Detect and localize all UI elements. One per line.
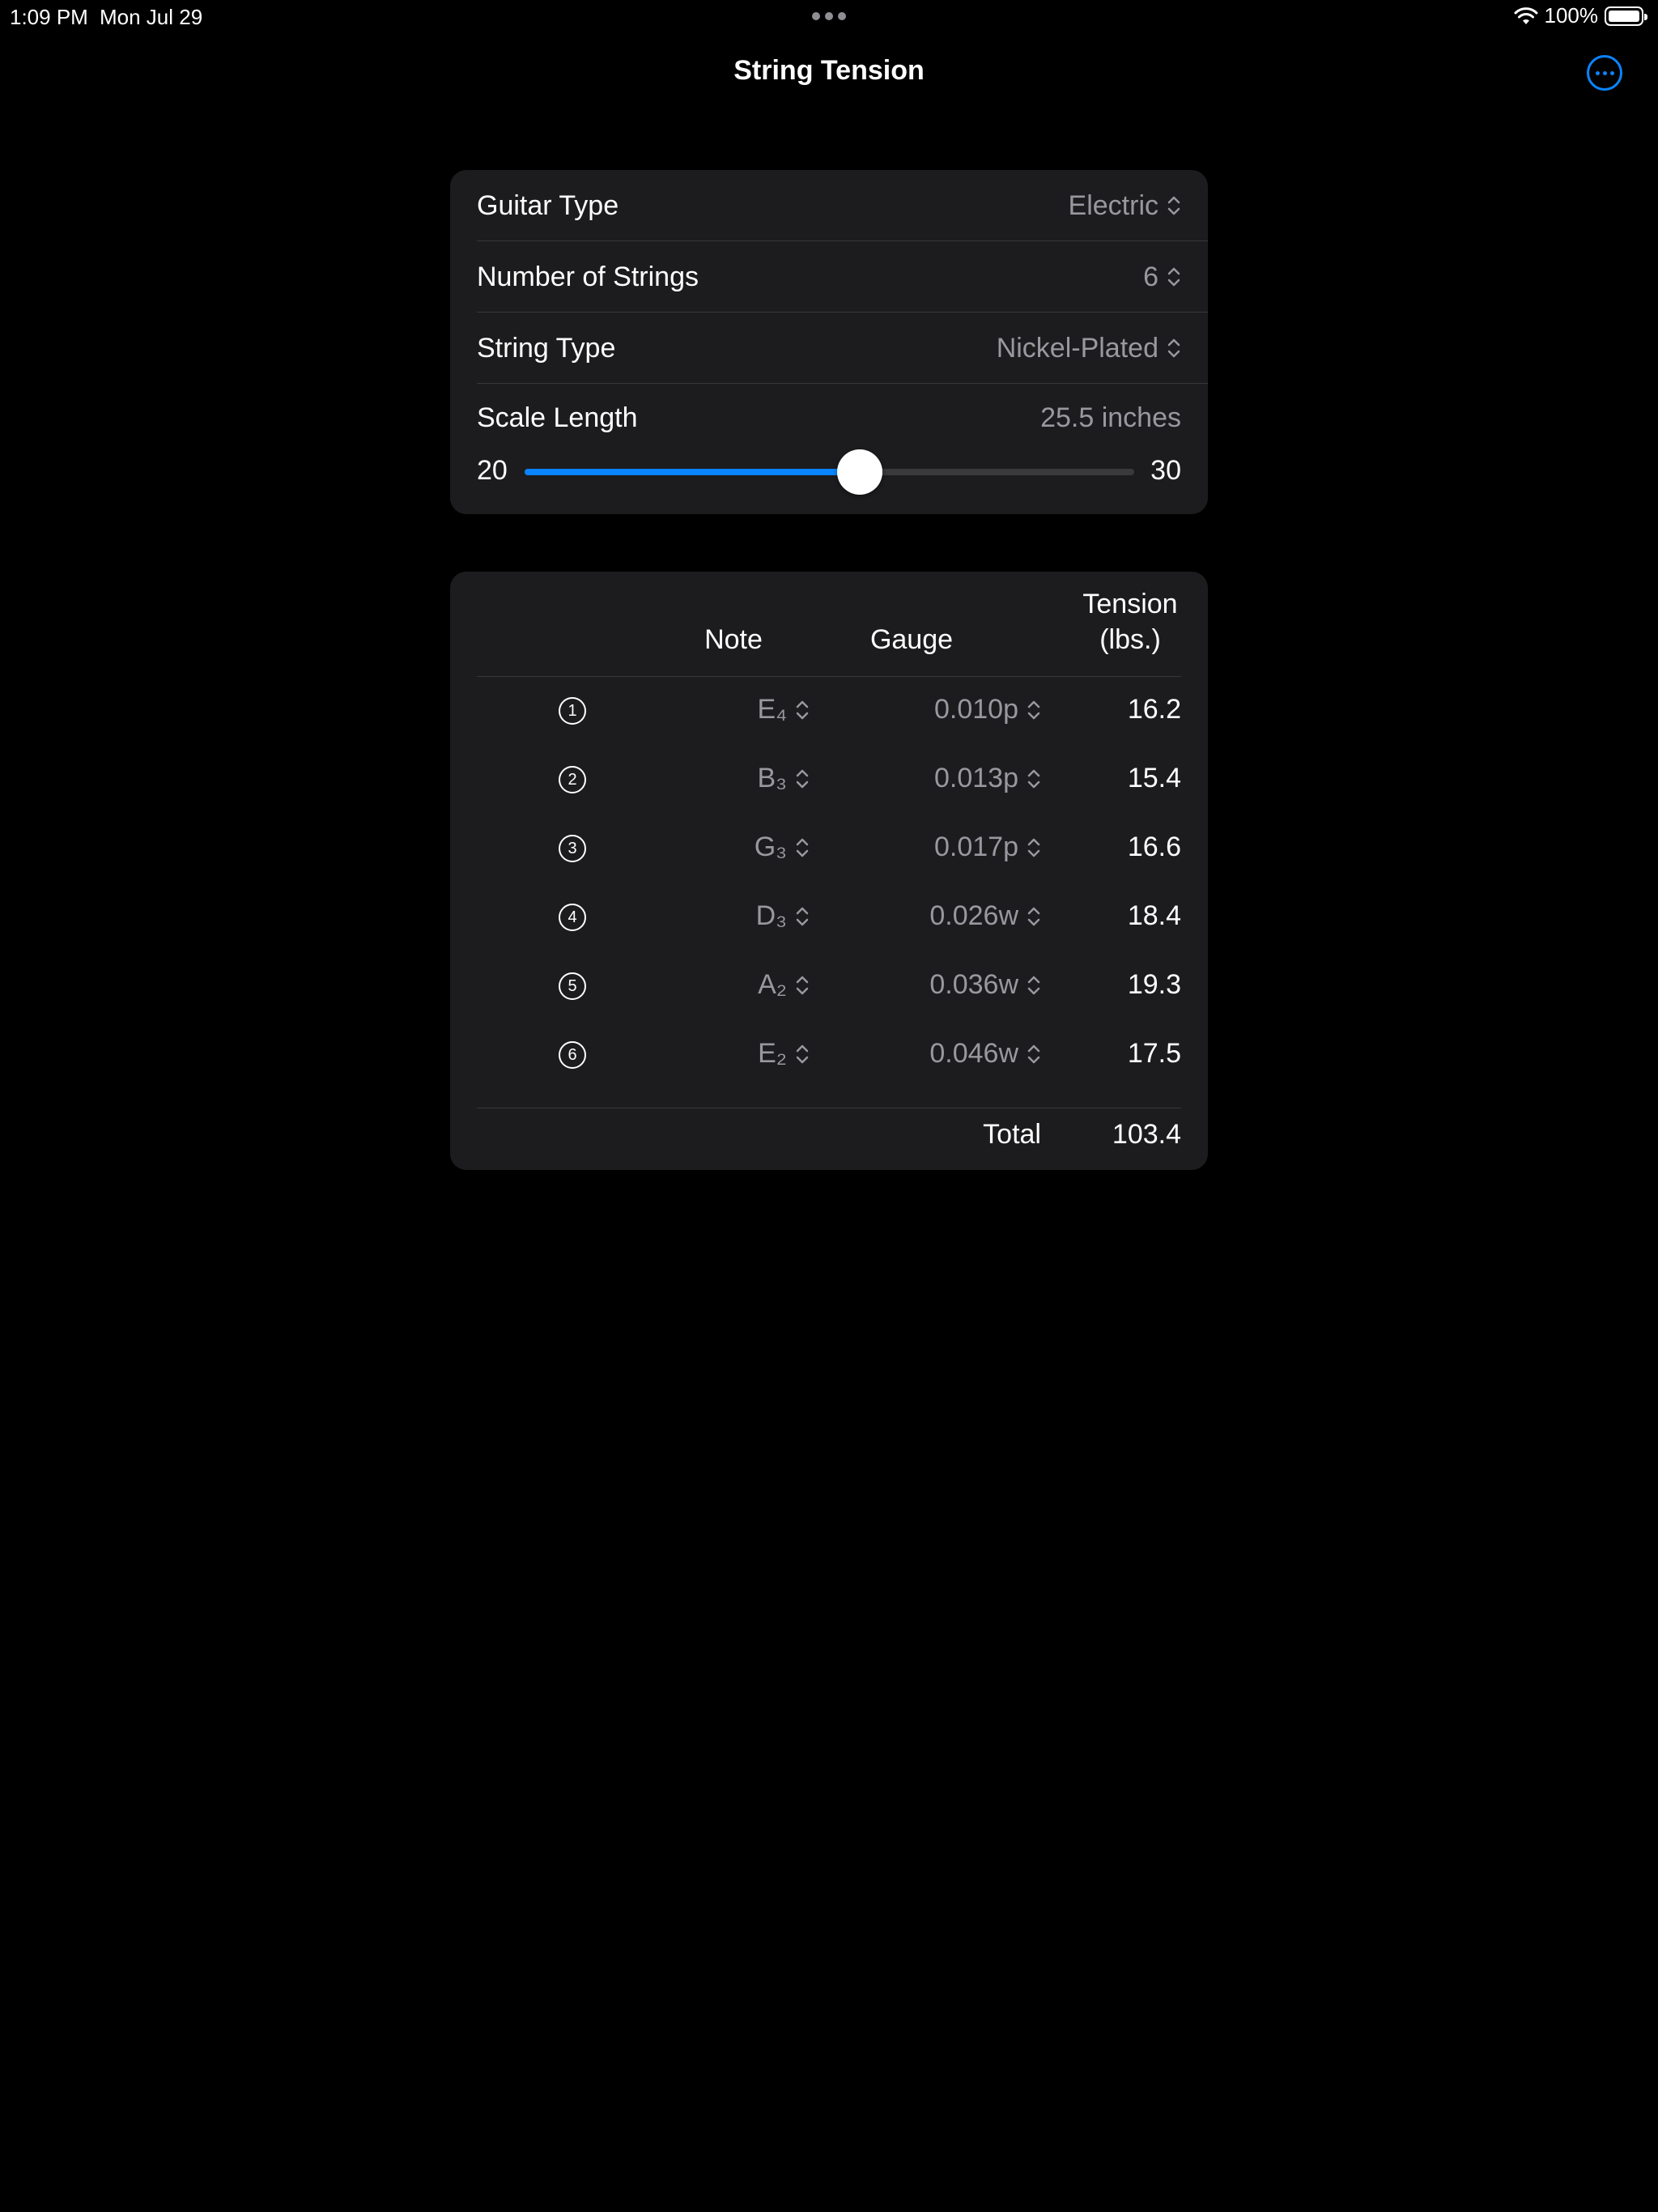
more-options-button[interactable] bbox=[1587, 55, 1622, 91]
note-value: D₃ bbox=[755, 900, 787, 931]
string-type-value: Nickel-Plated bbox=[996, 332, 1158, 364]
string-number-badge: 3 bbox=[559, 835, 586, 862]
chevron-up-down-icon bbox=[796, 838, 809, 857]
status-right: 100% bbox=[1514, 3, 1647, 28]
guitar-type-picker[interactable]: Electric bbox=[1069, 190, 1181, 222]
string-type-row[interactable]: String Type Nickel-Plated bbox=[477, 313, 1208, 384]
gauge-value: 0.013p bbox=[934, 763, 1018, 793]
gauge-picker[interactable]: 0.010p bbox=[855, 694, 1041, 725]
gauge-picker[interactable]: 0.046w bbox=[855, 1038, 1041, 1070]
note-value: A₂ bbox=[758, 969, 787, 1000]
gauge-value: 0.017p bbox=[934, 832, 1018, 862]
guitar-type-value: Electric bbox=[1068, 189, 1158, 221]
string-type-label: String Type bbox=[477, 332, 616, 364]
status-date: Mon Jul 29 bbox=[100, 5, 203, 29]
slider-thumb[interactable] bbox=[837, 449, 883, 495]
guitar-type-label: Guitar Type bbox=[477, 189, 619, 221]
tension-value: 17.5 bbox=[1127, 1038, 1181, 1069]
total-value: 103.4 bbox=[1112, 1119, 1181, 1150]
gauge-picker[interactable]: 0.013p bbox=[855, 763, 1041, 794]
string-number-badge: 1 bbox=[559, 697, 586, 725]
number-of-strings-picker[interactable]: 6 bbox=[1143, 262, 1181, 293]
note-value: B₃ bbox=[757, 763, 787, 793]
gauge-value: 0.026w bbox=[929, 900, 1018, 931]
chevron-up-down-icon bbox=[796, 700, 809, 719]
note-value: E₂ bbox=[758, 1038, 787, 1069]
total-label: Total bbox=[983, 1119, 1041, 1150]
note-picker[interactable]: E₄ bbox=[693, 694, 810, 725]
chevron-up-down-icon bbox=[1027, 1044, 1040, 1063]
slider-max-label: 30 bbox=[1150, 455, 1181, 486]
scale-length-label: Scale Length bbox=[477, 402, 638, 433]
tension-header-line2: (lbs.) bbox=[1099, 624, 1161, 655]
string-type-picker[interactable]: Nickel-Plated bbox=[997, 333, 1181, 364]
scale-length-slider[interactable] bbox=[525, 449, 1134, 495]
string-number-badge: 2 bbox=[559, 766, 586, 793]
chevron-up-down-icon bbox=[796, 976, 809, 994]
number-of-strings-value: 6 bbox=[1143, 261, 1158, 292]
note-picker[interactable]: B₃ bbox=[693, 763, 810, 794]
note-picker[interactable]: D₃ bbox=[693, 900, 810, 932]
chevron-up-down-icon bbox=[1167, 338, 1180, 358]
tension-value: 19.3 bbox=[1127, 969, 1181, 1000]
number-of-strings-label: Number of Strings bbox=[477, 261, 699, 292]
chevron-up-down-icon bbox=[1027, 907, 1040, 925]
slider-fill bbox=[525, 469, 861, 475]
string-number-badge: 5 bbox=[559, 972, 586, 1000]
guitar-type-row[interactable]: Guitar Type Electric bbox=[477, 170, 1208, 241]
gauge-picker[interactable]: 0.036w bbox=[855, 969, 1041, 1001]
battery-icon bbox=[1605, 6, 1647, 26]
note-value: E₄ bbox=[757, 694, 787, 725]
chevron-up-down-icon bbox=[796, 1044, 809, 1063]
table-row: 4 D₃ 0.026w 18.4 bbox=[450, 883, 1208, 952]
gauge-value: 0.036w bbox=[929, 969, 1018, 1000]
tension-value: 16.2 bbox=[1127, 694, 1181, 725]
chevron-up-down-icon bbox=[1167, 196, 1180, 215]
tension-table: Note Gauge Tension (lbs.) 1 E₄ 0.010p 16… bbox=[450, 572, 1208, 1170]
chevron-up-down-icon bbox=[1167, 267, 1180, 287]
number-of-strings-row[interactable]: Number of Strings 6 bbox=[477, 241, 1208, 313]
page-title: String Tension bbox=[733, 55, 925, 86]
note-column-header: Note bbox=[704, 624, 763, 655]
gauge-picker[interactable]: 0.017p bbox=[855, 832, 1041, 863]
wifi-icon bbox=[1514, 6, 1537, 24]
gauge-picker[interactable]: 0.026w bbox=[855, 900, 1041, 932]
chevron-up-down-icon bbox=[1027, 976, 1040, 994]
tension-header-line1: Tension bbox=[1082, 589, 1178, 619]
scale-length-value: 25.5 inches bbox=[1040, 402, 1181, 433]
gauge-column-header: Gauge bbox=[869, 624, 954, 655]
gauge-value: 0.046w bbox=[929, 1038, 1018, 1069]
string-number-badge: 4 bbox=[559, 904, 586, 931]
ellipsis-circle-icon bbox=[1595, 70, 1600, 75]
battery-percent: 100% bbox=[1544, 3, 1599, 28]
multitasking-dots-icon[interactable] bbox=[812, 12, 846, 20]
note-picker[interactable]: E₂ bbox=[693, 1038, 810, 1070]
table-row: 5 A₂ 0.036w 19.3 bbox=[450, 952, 1208, 1021]
tension-value: 16.6 bbox=[1127, 832, 1181, 862]
table-row: 6 E₂ 0.046w 17.5 bbox=[450, 1021, 1208, 1090]
status-time: 1:09 PM bbox=[10, 5, 88, 29]
chevron-up-down-icon bbox=[1027, 700, 1040, 719]
note-picker[interactable]: A₂ bbox=[693, 969, 810, 1001]
chevron-up-down-icon bbox=[1027, 838, 1040, 857]
table-row: 2 B₃ 0.013p 15.4 bbox=[450, 746, 1208, 815]
chevron-up-down-icon bbox=[1027, 769, 1040, 788]
note-picker[interactable]: G₃ bbox=[693, 832, 810, 863]
table-row: 3 G₃ 0.017p 16.6 bbox=[450, 815, 1208, 883]
slider-min-label: 20 bbox=[477, 455, 508, 486]
chevron-up-down-icon bbox=[796, 769, 809, 788]
chevron-up-down-icon bbox=[796, 907, 809, 925]
status-bar: 1:09 PM Mon Jul 29 100% bbox=[0, 0, 1658, 34]
gauge-value: 0.010p bbox=[934, 694, 1018, 725]
settings-card: Guitar Type Electric Number of Strings 6… bbox=[450, 170, 1208, 514]
tension-value: 15.4 bbox=[1127, 763, 1181, 793]
tension-value: 18.4 bbox=[1127, 900, 1181, 931]
table-row: 1 E₄ 0.010p 16.2 bbox=[450, 677, 1208, 746]
tension-column-header: Tension (lbs.) bbox=[1065, 586, 1195, 657]
note-value: G₃ bbox=[754, 832, 787, 862]
string-number-badge: 6 bbox=[559, 1041, 586, 1069]
